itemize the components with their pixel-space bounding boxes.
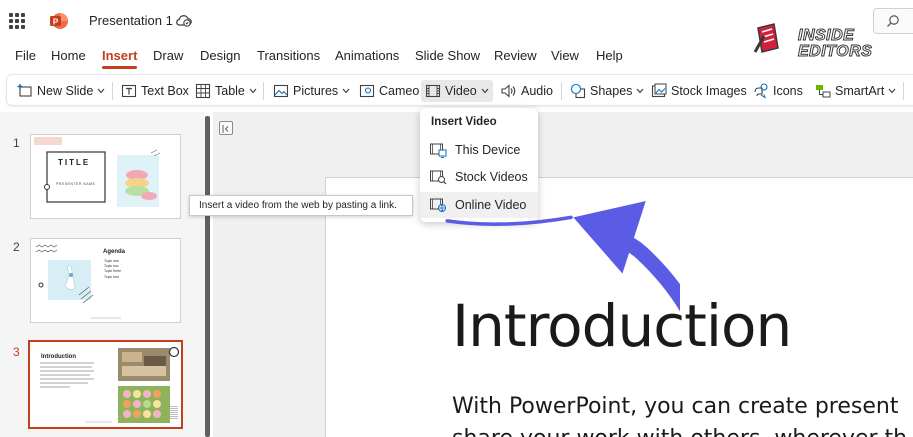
slide-thumbnail-pane: 1 TITLE PRESENTER NAME 2 Agenda Topic on… (0, 112, 205, 437)
slide-number: 2 (13, 240, 20, 254)
slide-3-title: Introduction (41, 354, 76, 360)
text-box-button[interactable]: Text Box (121, 80, 189, 102)
icons-label: Icons (773, 84, 803, 98)
new-slide-button[interactable]: New Slide (17, 80, 105, 102)
slide-number: 3 (13, 345, 20, 359)
new-slide-icon (17, 84, 32, 97)
stock-videos-icon (430, 170, 447, 185)
slide-number: 1 (13, 136, 20, 150)
cameo-icon (359, 84, 375, 98)
slide-body-line-1[interactable]: With PowerPoint, you can create present (452, 394, 898, 419)
slide-body-line-2[interactable]: share your work with others, wherever th (452, 426, 907, 437)
audio-label: Audio (521, 84, 553, 98)
chevron-down-icon (342, 88, 350, 94)
slide-thumbnail-1[interactable] (30, 134, 181, 219)
stock-images-button[interactable]: Stock Images (651, 80, 747, 102)
tab-home[interactable]: Home (51, 48, 86, 63)
tab-animations[interactable]: Animations (335, 48, 399, 63)
cameo-button[interactable]: Cameo (359, 80, 419, 102)
chevron-down-icon (636, 88, 644, 94)
tab-help[interactable]: Help (596, 48, 623, 63)
stock-videos-label: Stock Videos (455, 170, 528, 184)
online-video-label: Online Video (455, 198, 527, 212)
menu-item-this-device[interactable]: This Device (420, 137, 538, 163)
shapes-icon (570, 83, 586, 99)
powerpoint-logo-icon[interactable]: P (49, 11, 69, 31)
smartart-label: SmartArt (835, 84, 885, 98)
online-video-tooltip: Insert a video from the web by pasting a… (189, 195, 413, 216)
slide-2-title: Agenda (103, 249, 126, 255)
slide-1-title: TITLE (58, 158, 91, 167)
tab-draw[interactable]: Draw (153, 48, 183, 63)
slide-1-subtitle: PRESENTER NAME (56, 182, 96, 186)
collapse-pane-icon (222, 125, 229, 133)
menu-tabs: File Home Insert Draw Design Transitions… (0, 44, 913, 69)
tab-insert[interactable]: Insert (102, 48, 138, 69)
smartart-icon (816, 85, 831, 98)
tab-review[interactable]: Review (494, 48, 537, 63)
cloud-sync-icon[interactable] (175, 13, 192, 28)
text-box-icon (121, 84, 137, 98)
table-label: Table (215, 84, 245, 98)
icons-button[interactable]: Icons (752, 80, 803, 102)
agenda-line: Topic four (104, 274, 120, 279)
text-box-label: Text Box (141, 84, 189, 98)
tab-view[interactable]: View (551, 48, 579, 63)
chevron-down-icon (888, 88, 896, 94)
insert-video-menu: Insert Video This Device Stock Videos On… (420, 108, 538, 222)
video-icon (425, 84, 441, 98)
audio-button[interactable]: Audio (500, 80, 553, 102)
stock-images-icon (651, 83, 667, 98)
video-button[interactable]: Video (421, 80, 493, 102)
cameo-label: Cameo (379, 84, 420, 98)
slide-title[interactable]: Introduction (452, 292, 792, 360)
tab-file[interactable]: File (15, 48, 36, 63)
smartart-button[interactable]: SmartArt (815, 80, 896, 102)
chevron-down-icon (97, 88, 105, 94)
online-video-icon (430, 198, 446, 213)
this-device-icon (430, 143, 447, 158)
logo-text-line1: INSIDE (797, 27, 855, 44)
icons-icon (754, 83, 768, 99)
menu-item-stock-videos[interactable]: Stock Videos (420, 164, 538, 190)
svg-text:P: P (53, 18, 59, 27)
app-launcher-icon[interactable] (9, 13, 25, 29)
chevron-down-icon (481, 88, 489, 94)
insert-ribbon: New Slide Text Box Table Pictures Cameo (6, 74, 913, 106)
tab-design[interactable]: Design (200, 48, 240, 63)
this-device-label: This Device (455, 143, 521, 157)
pictures-icon (273, 84, 289, 98)
collapse-pane-button[interactable] (219, 121, 233, 135)
search-icon (887, 15, 899, 27)
chevron-down-icon (249, 88, 257, 94)
audio-icon (501, 84, 516, 98)
document-title[interactable]: Presentation 1 (89, 13, 173, 28)
pictures-button[interactable]: Pictures (273, 80, 350, 102)
shapes-button[interactable]: Shapes (570, 80, 644, 102)
pictures-label: Pictures (293, 84, 339, 98)
slide-2-agenda-list: Topic one Topic two Topic three Topic fo… (104, 259, 121, 280)
menu-header: Insert Video (431, 116, 497, 128)
new-slide-label: New Slide (37, 84, 94, 98)
stock-images-label: Stock Images (671, 84, 747, 98)
video-label: Video (445, 84, 477, 98)
menu-item-online-video[interactable]: Online Video (420, 192, 538, 218)
slide-1-preview (34, 137, 161, 207)
tab-slide-show[interactable]: Slide Show (415, 48, 480, 63)
table-icon (195, 83, 211, 99)
table-button[interactable]: Table (195, 80, 257, 102)
shapes-label: Shapes (590, 84, 633, 98)
agenda-line: Topic three (104, 269, 122, 274)
tab-transitions[interactable]: Transitions (257, 48, 320, 63)
pane-splitter[interactable] (205, 116, 210, 437)
